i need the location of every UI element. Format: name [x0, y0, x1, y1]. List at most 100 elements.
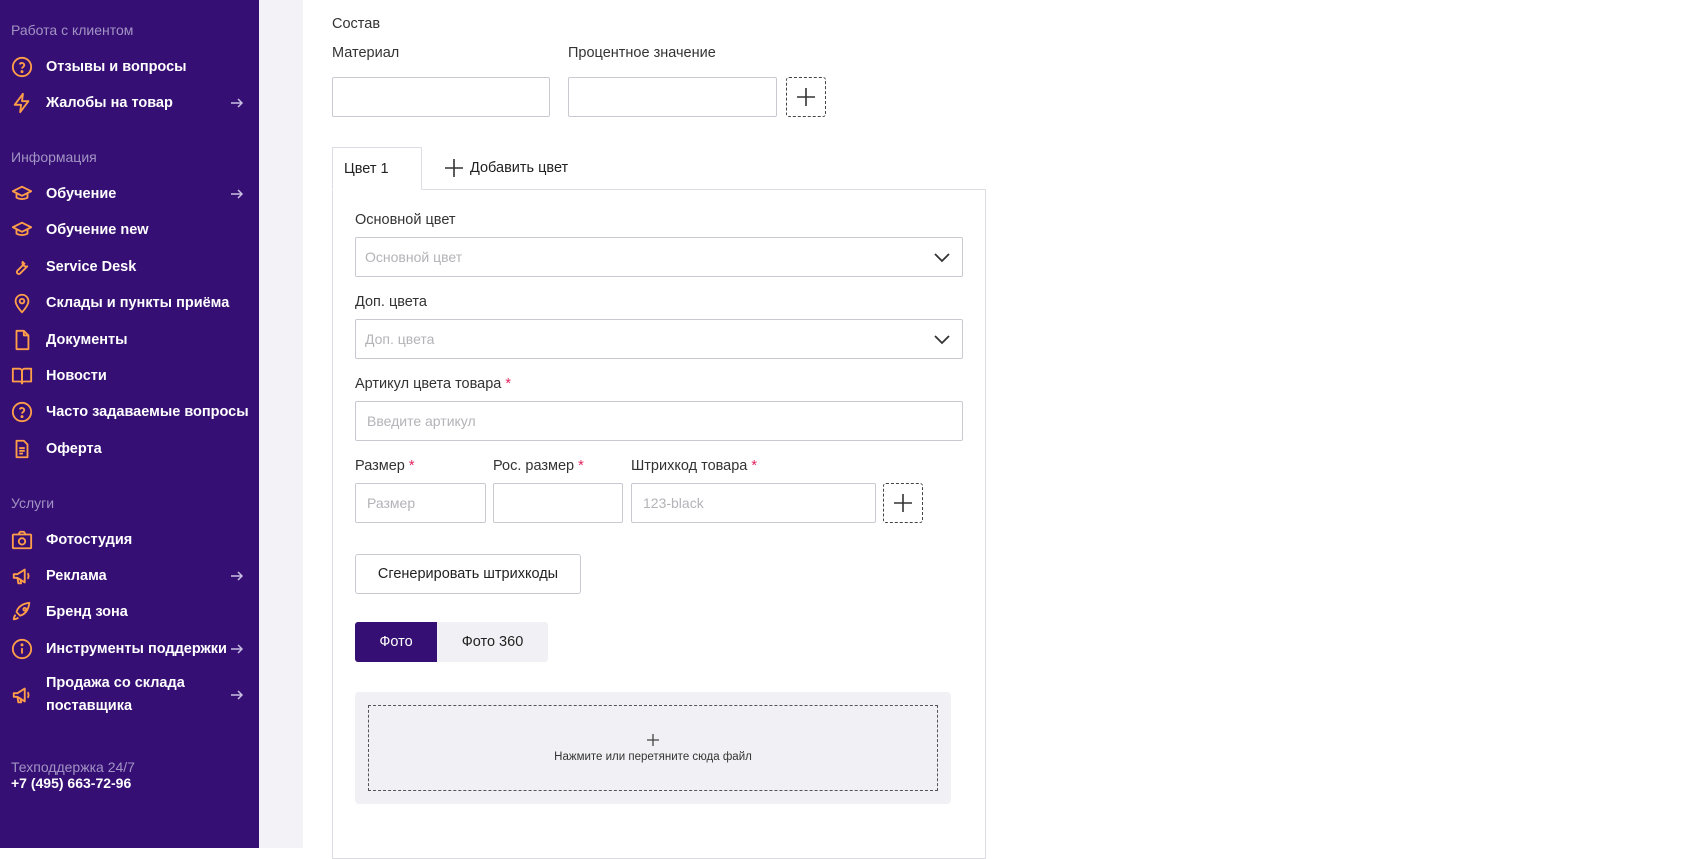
- sidebar-item-complaints[interactable]: Жалобы на товар: [0, 86, 259, 120]
- sidebar-item-label: Продажа со склада поставщика: [46, 675, 185, 714]
- file-drop-zone[interactable]: Нажмите или перетяните сюда файл: [368, 705, 938, 791]
- graduation-cap-icon: [11, 183, 33, 205]
- material-input[interactable]: [332, 77, 550, 117]
- megaphone-icon: [11, 565, 33, 587]
- article-label: Артикул цвета товара *: [355, 376, 511, 392]
- sidebar-item-label: Бренд зона: [46, 603, 128, 620]
- sidebar-item-support-tools[interactable]: Инструменты поддержки: [0, 632, 259, 666]
- extra-colors-placeholder: Доп. цвета: [365, 331, 435, 347]
- support-block: Техподдержка 24/7 +7 (495) 663-72-96: [11, 759, 135, 791]
- sidebar-item-brand-zone[interactable]: Бренд зона: [0, 595, 259, 629]
- barcode-label: Штрихкод товара *: [631, 458, 757, 474]
- size-label-text: Размер: [355, 458, 405, 474]
- sidebar-item-label: Инструменты поддержки: [46, 640, 227, 657]
- sidebar-item-label: Обучение: [46, 185, 117, 202]
- article-input[interactable]: Введите артикул: [355, 401, 963, 441]
- support-phone[interactable]: +7 (495) 663-72-96: [11, 775, 135, 791]
- extra-colors-select[interactable]: Доп. цвета: [355, 319, 963, 359]
- tab-color-1[interactable]: Цвет 1: [332, 147, 422, 190]
- question-circle-icon: [11, 401, 33, 423]
- sidebar-item-label: Оферта: [46, 440, 102, 457]
- section-title-services: Услуги: [11, 495, 55, 511]
- tab-photo[interactable]: Фото: [355, 622, 437, 662]
- plus-icon: [797, 88, 815, 106]
- sidebar-item-advertising[interactable]: Реклама: [0, 559, 259, 593]
- required-mark: *: [751, 458, 758, 474]
- drop-zone-text: Нажмите или перетяните сюда файл: [554, 751, 752, 763]
- percent-label: Процентное значение: [568, 45, 716, 61]
- gutter: [259, 0, 303, 848]
- plus-icon: [647, 734, 659, 746]
- sidebar-item-photostudio[interactable]: Фотостудия: [0, 523, 259, 557]
- map-pin-icon: [11, 292, 33, 314]
- sidebar-item-label: Service Desk: [46, 258, 137, 275]
- rocket-icon: [11, 601, 33, 623]
- sidebar-item-label: Жалобы на товар: [46, 94, 173, 111]
- sidebar-item-label: Отзывы и вопросы: [46, 58, 187, 75]
- sidebar-item-label: Фотостудия: [46, 531, 133, 548]
- ru-size-label-text: Рос. размер: [493, 458, 575, 474]
- arrow-right-icon: [231, 189, 244, 199]
- arrow-right-icon: [231, 98, 244, 108]
- sidebar-item-learning[interactable]: Обучение: [0, 177, 259, 211]
- add-color-button[interactable]: Добавить цвет: [444, 156, 568, 180]
- arrow-right-icon: [231, 571, 244, 581]
- plus-icon: [445, 159, 463, 177]
- size-label: Размер *: [355, 458, 415, 474]
- plus-icon: [894, 494, 912, 512]
- tab-photo-360[interactable]: Фото 360: [437, 622, 548, 662]
- generate-barcodes-button[interactable]: Сгенерировать штрихкоды: [355, 554, 581, 594]
- sidebar-item-faq[interactable]: Часто задаваемые вопросы: [0, 395, 259, 429]
- add-color-label: Добавить цвет: [470, 160, 569, 176]
- file-text-icon: [11, 438, 33, 460]
- sidebar: Работа с клиентом Отзывы и вопросы Жалоб…: [0, 0, 259, 848]
- add-barcode-button[interactable]: [883, 483, 923, 523]
- sidebar-item-reviews[interactable]: Отзывы и вопросы: [0, 50, 259, 84]
- sidebar-item-label: Часто задаваемые вопросы: [46, 403, 249, 420]
- required-mark: *: [505, 376, 512, 392]
- sidebar-item-documents[interactable]: Документы: [0, 323, 259, 357]
- arrow-right-icon: [231, 690, 244, 700]
- extra-colors-label: Доп. цвета: [355, 294, 427, 310]
- add-composition-button[interactable]: [786, 77, 826, 117]
- sidebar-item-news[interactable]: Новости: [0, 359, 259, 393]
- wrench-icon: [11, 256, 33, 278]
- info-circle-icon: [11, 638, 33, 660]
- percent-input[interactable]: [568, 77, 777, 117]
- sidebar-item-label: Реклама: [46, 567, 107, 584]
- graduation-cap-icon: [11, 219, 33, 241]
- section-title-info: Информация: [11, 149, 97, 165]
- sidebar-item-label: Новости: [46, 367, 107, 384]
- chevron-down-icon: [934, 335, 950, 345]
- ru-size-input[interactable]: [493, 483, 623, 523]
- megaphone-icon: [11, 684, 33, 706]
- chevron-down-icon: [934, 253, 950, 263]
- material-label: Материал: [332, 45, 400, 61]
- barcode-input[interactable]: 123-black: [631, 483, 876, 523]
- main-color-placeholder: Основной цвет: [365, 249, 463, 265]
- barcode-label-text: Штрихкод товара: [631, 458, 748, 474]
- sidebar-item-learning-new[interactable]: Обучение new: [0, 213, 259, 247]
- required-mark: *: [408, 458, 415, 474]
- size-input[interactable]: Размер: [355, 483, 486, 523]
- arrow-right-icon: [231, 644, 244, 654]
- main-color-label: Основной цвет: [355, 212, 456, 228]
- section-title-client: Работа с клиентом: [11, 22, 134, 38]
- upload-area: Нажмите или перетяните сюда файл: [355, 692, 951, 804]
- sidebar-item-label: Склады и пункты приёма: [46, 294, 230, 311]
- composition-title: Состав: [332, 16, 381, 32]
- sidebar-item-label: Обучение new: [46, 221, 149, 238]
- sidebar-item-service-desk[interactable]: Service Desk: [0, 250, 259, 284]
- document-icon: [11, 329, 33, 351]
- article-label-text: Артикул цвета товара: [355, 376, 502, 392]
- required-mark: *: [578, 458, 584, 474]
- sidebar-item-label: Документы: [46, 331, 128, 348]
- ru-size-label: Рос. размер *: [493, 458, 584, 474]
- main-color-select[interactable]: Основной цвет: [355, 237, 963, 277]
- sidebar-item-warehouses[interactable]: Склады и пункты приёма: [0, 286, 259, 320]
- sidebar-item-supplier-sale[interactable]: Продажа со склада поставщика: [0, 671, 259, 719]
- book-icon: [11, 365, 33, 387]
- camera-icon: [11, 529, 33, 551]
- sidebar-item-offer[interactable]: Оферта: [0, 432, 259, 466]
- question-circle-icon: [11, 56, 33, 78]
